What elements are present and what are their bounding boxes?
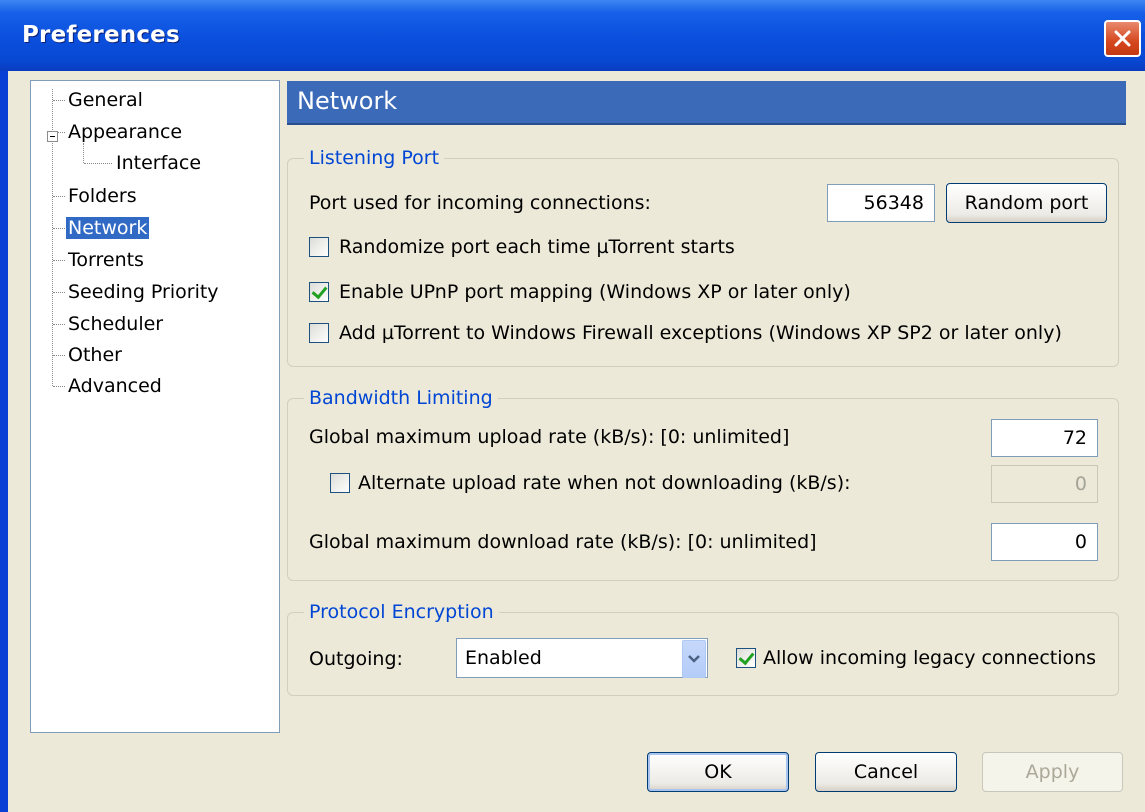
dialog-client: General Appearance Interface Folders Net… [8,71,1145,812]
legacy-connections-label: Allow incoming legacy connections [763,647,1097,669]
upload-rate-label: Global maximum upload rate (kB/s): [0: u… [309,426,790,448]
sidebar-item-seeding-priority[interactable]: Seeding Priority [66,278,221,306]
tree-line [53,100,65,101]
title-bar[interactable]: Preferences [0,0,1145,71]
sidebar-item-label: Other [68,344,122,366]
upload-rate-input[interactable]: 72 [991,419,1098,457]
randomize-port-checkbox[interactable] [309,237,329,257]
group-title-bandwidth: Bandwidth Limiting [304,387,498,409]
sidebar-item-folders[interactable]: Folders [66,182,139,210]
chevron-down-icon [688,655,700,663]
randomize-port-label: Randomize port each time µTorrent starts [339,236,735,258]
random-port-button[interactable]: Random port [946,183,1107,223]
window-title: Preferences [22,22,180,48]
download-rate-label: Global maximum download rate (kB/s): [0:… [309,531,817,553]
port-input[interactable]: 56348 [827,184,935,222]
group-title-encryption: Protocol Encryption [304,601,499,623]
tree-line [53,292,65,293]
sidebar-item-advanced[interactable]: Advanced [66,372,164,400]
tree-line [53,355,65,356]
sidebar-item-label: Scheduler [68,313,164,335]
sidebar-item-label: Appearance [68,121,183,143]
ok-button[interactable]: OK [647,752,789,792]
sidebar-item-torrents[interactable]: Torrents [66,246,146,274]
legacy-connections-checkbox[interactable] [736,648,756,668]
tree-line [84,163,112,164]
tree-line [58,132,65,133]
alt-upload-input[interactable]: 0 [991,465,1098,503]
firewall-label: Add µTorrent to Windows Firewall excepti… [339,322,1062,344]
tree-line [53,260,65,261]
sidebar-item-label: Folders [68,185,137,207]
sidebar-item-general[interactable]: General [66,86,145,114]
sidebar-item-label: Advanced [68,375,162,397]
firewall-checkbox[interactable] [309,323,329,343]
tree-line [83,143,84,163]
sidebar-item-label: General [68,89,143,111]
sidebar-item-network[interactable]: Network [66,214,150,242]
sidebar-item-label: Seeding Priority [68,281,219,303]
group-title-listening-port: Listening Port [304,147,445,169]
sidebar-item-scheduler[interactable]: Scheduler [66,310,165,338]
sidebar-item-interface[interactable]: Interface [114,149,203,177]
tree-line [53,228,65,229]
tree-line [53,196,65,197]
apply-button[interactable]: Apply [982,752,1123,792]
outgoing-select-value: Enabled [465,647,542,669]
preferences-window: Preferences General Appearance Interface… [0,0,1145,812]
alt-upload-label: Alternate upload rate when not downloadi… [358,472,851,494]
cancel-button[interactable]: Cancel [815,752,957,792]
page-title: Network [297,87,398,115]
tree-line [53,324,65,325]
sidebar-item-other[interactable]: Other [66,341,124,369]
dropdown-button[interactable] [682,640,706,678]
category-tree: General Appearance Interface Folders Net… [30,80,280,733]
sidebar-item-appearance[interactable]: Appearance [66,118,184,146]
port-label: Port used for incoming connections: [309,192,651,214]
alt-upload-checkbox[interactable] [330,473,350,493]
close-icon [1114,30,1131,47]
outgoing-select[interactable]: Enabled [456,638,708,678]
page-header: Network [287,81,1126,125]
upnp-checkbox[interactable] [309,282,329,302]
close-button[interactable] [1104,20,1141,57]
upnp-label: Enable UPnP port mapping (Windows XP or … [339,281,851,303]
tree-line [53,386,65,387]
outgoing-label: Outgoing: [309,648,403,670]
download-rate-input[interactable]: 0 [991,523,1098,561]
sidebar-item-label: Interface [116,152,202,174]
sidebar-item-label: Torrents [68,249,144,271]
sidebar-item-label: Network [66,217,150,239]
collapse-icon[interactable] [47,131,58,142]
